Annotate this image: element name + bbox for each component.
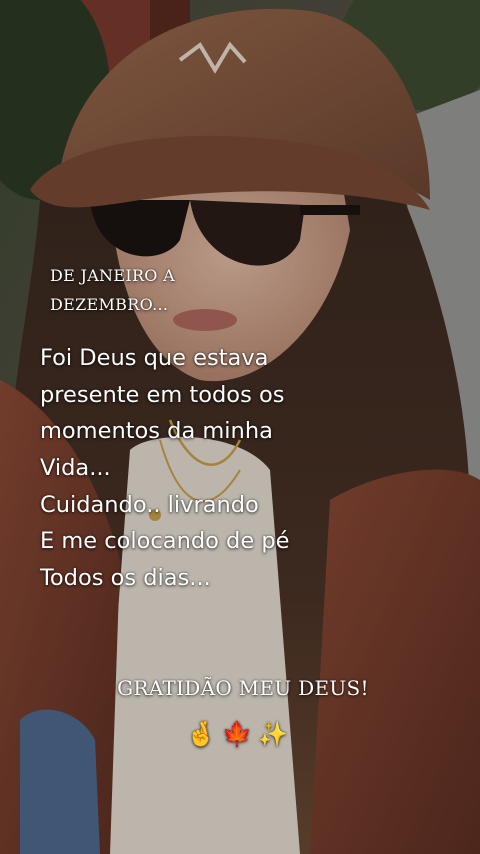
message-line: Vida... bbox=[40, 455, 111, 482]
message-line: Cuidando.. livrando bbox=[40, 491, 259, 518]
message-line: Todos os dias... bbox=[40, 565, 211, 592]
message-line: Foi Deus que estava bbox=[40, 345, 269, 371]
message-line: momentos da minha bbox=[40, 418, 273, 445]
message-text: Foi Deus que estava presente em todos os… bbox=[40, 340, 460, 597]
emoji-line: 🤞🍁✨ bbox=[186, 722, 294, 748]
heading-text: DE JANEIRO A DEZEMBRO... bbox=[50, 262, 240, 320]
message-line: E me colocando de pé bbox=[40, 528, 290, 555]
heading-line: DEZEMBRO... bbox=[50, 294, 169, 314]
heading-line: DE JANEIRO A bbox=[50, 266, 175, 285]
story-frame: DE JANEIRO A DEZEMBRO... Foi Deus que es… bbox=[0, 0, 480, 854]
closing-text: GRATIDÃO MEU DEUS! bbox=[117, 676, 369, 700]
message-line: presente em todos os bbox=[40, 381, 285, 408]
